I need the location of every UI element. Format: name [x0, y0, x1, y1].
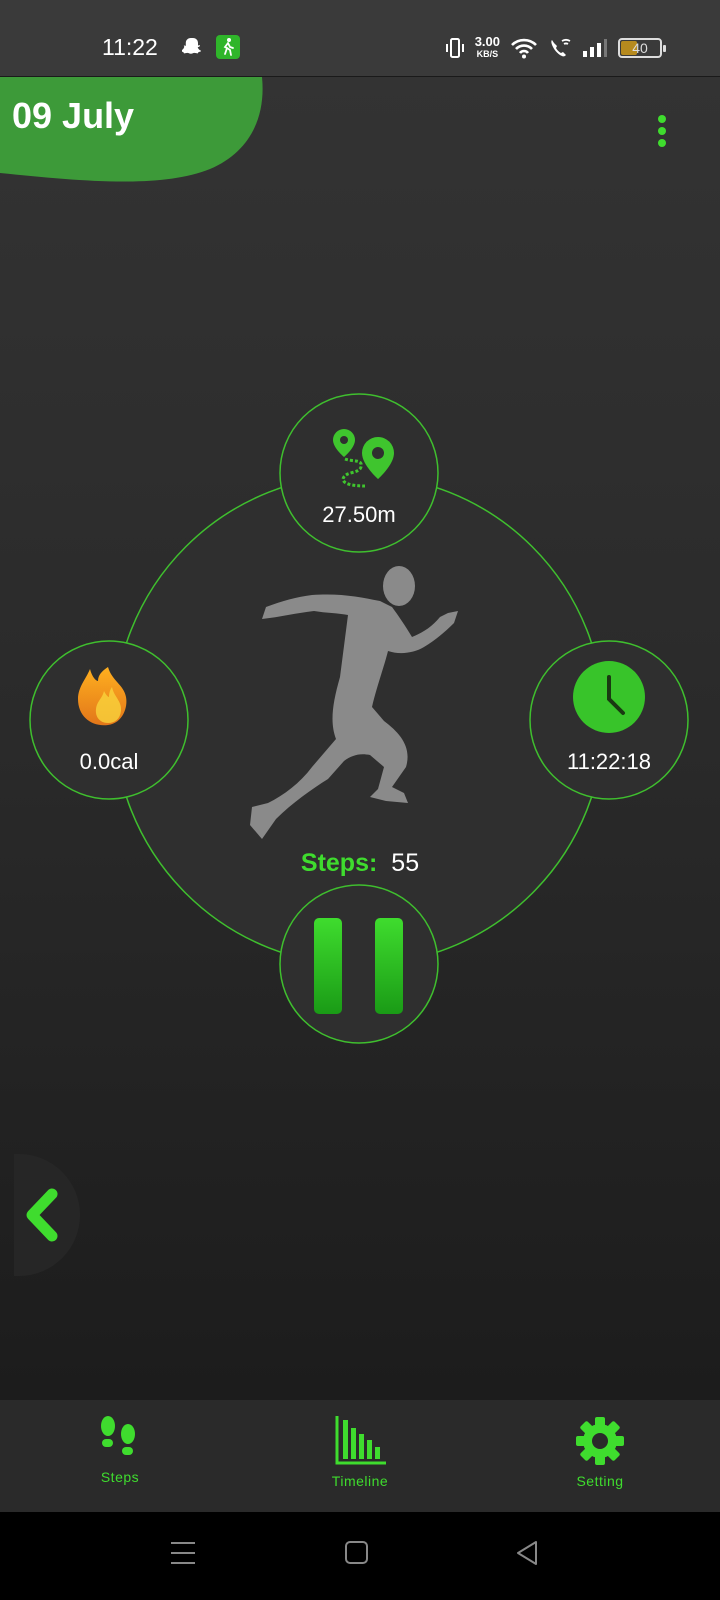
wifi-call-icon [551, 39, 571, 57]
snapchat-icon [182, 38, 201, 54]
steps-label: Steps: [300, 849, 378, 877]
chevron-left-icon [26, 1188, 58, 1242]
clock-icon [573, 661, 645, 733]
network-speed: 3.00 KB/S [474, 34, 500, 59]
back-drawer-button[interactable] [14, 1154, 80, 1276]
steps-counter: Steps: 55 [0, 849, 720, 878]
home-icon[interactable] [344, 1540, 370, 1566]
calories-value: 0.0cal [79, 749, 139, 774]
status-bar: 11:22 3.00 KB/S 40 [0, 0, 720, 76]
steps-value: 55 [391, 849, 420, 877]
menu-icon[interactable] [170, 1540, 196, 1566]
pause-button[interactable] [280, 886, 438, 1044]
vibrate-icon [445, 38, 464, 58]
nav-label-timeline: Timeline [331, 1473, 389, 1489]
wifi-icon [511, 38, 537, 59]
step-counter-app-icon [216, 35, 240, 59]
gear-icon [576, 1417, 624, 1465]
main-screen: 09 July 27.50m 0.0cal 11:22:18 Steps: 55 [0, 77, 720, 1400]
distance-value: 27.50m [322, 502, 396, 527]
status-icons: 3.00 KB/S 40 [445, 28, 666, 68]
status-time: 11:22 [102, 34, 158, 60]
signal-icon [583, 39, 607, 57]
nav-label-steps: Steps [100, 1469, 140, 1485]
nav-label-setting: Setting [576, 1473, 624, 1489]
nav-item-steps[interactable]: Steps [50, 1400, 190, 1512]
nav-item-timeline[interactable]: Timeline [290, 1400, 430, 1512]
back-icon[interactable] [514, 1539, 540, 1567]
bottom-navigation: Steps Timeline Setting [0, 1400, 720, 1512]
system-navigation-bar [0, 1512, 720, 1600]
timer-value: 11:22:18 [566, 749, 651, 774]
footsteps-icon [101, 1416, 135, 1455]
nav-item-setting[interactable]: Setting [530, 1400, 670, 1512]
battery-icon: 40 [618, 38, 666, 58]
bar-chart-icon [335, 1416, 386, 1465]
